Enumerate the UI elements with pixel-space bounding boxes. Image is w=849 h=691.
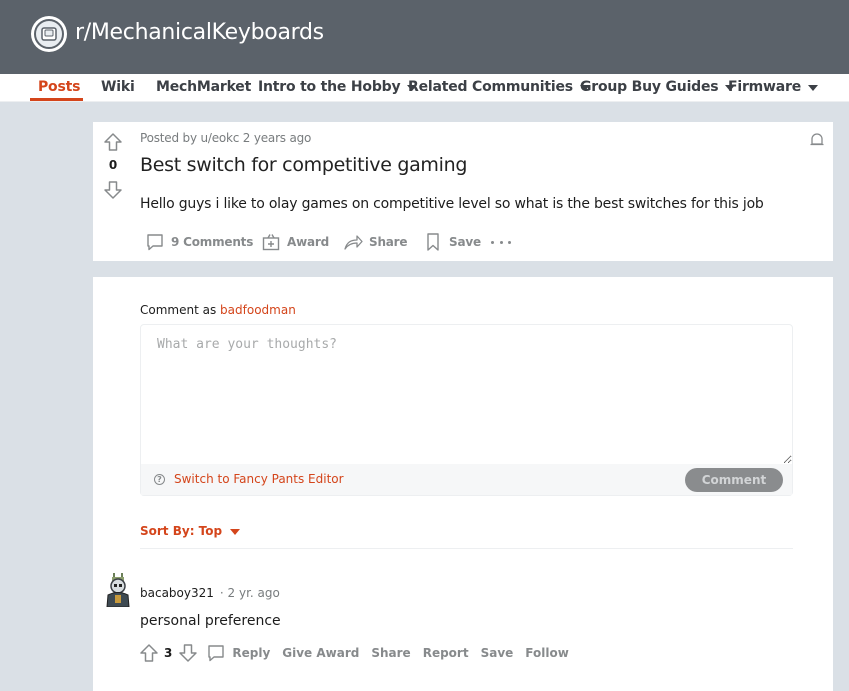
share-button[interactable]: Share bbox=[343, 232, 408, 252]
nav-tab-firmware[interactable]: Firmware bbox=[728, 79, 819, 95]
nav-tab-posts[interactable]: Posts bbox=[38, 79, 80, 95]
comment-author-avatar[interactable] bbox=[104, 573, 132, 612]
follow-button[interactable]: Follow bbox=[525, 646, 569, 660]
comment-icon bbox=[208, 645, 225, 662]
comment-as-label: Comment as badfoodman bbox=[140, 303, 296, 317]
avatar bbox=[106, 573, 130, 608]
sort-divider bbox=[140, 548, 793, 549]
subreddit-title[interactable]: r/MechanicalKeyboards bbox=[75, 20, 324, 45]
comment-editor: ? Switch to Fancy Pants Editor Comment bbox=[140, 324, 793, 496]
downvote-icon[interactable] bbox=[103, 180, 123, 200]
help-icon: ? bbox=[154, 473, 165, 485]
fancy-editor-link[interactable]: ? Switch to Fancy Pants Editor bbox=[154, 472, 344, 486]
post-meta[interactable]: Posted by u/eokc 2 years ago bbox=[140, 131, 311, 145]
downvote-icon[interactable] bbox=[178, 643, 198, 663]
nav-tab-group-buy-guides[interactable]: Group Buy Guides bbox=[580, 79, 736, 95]
nav-tab-intro-to-the-hobby[interactable]: Intro to the Hobby bbox=[258, 79, 418, 95]
current-username[interactable]: badfoodman bbox=[220, 303, 296, 317]
reply-button[interactable]: Reply bbox=[206, 643, 270, 663]
gift-icon bbox=[262, 234, 280, 251]
comments-button[interactable]: 9 Comments bbox=[145, 232, 253, 252]
comment-share-button[interactable]: Share bbox=[371, 646, 410, 660]
comment-input[interactable] bbox=[141, 325, 792, 464]
notification-bell-icon[interactable] bbox=[808, 131, 826, 149]
give-award-button[interactable]: Give Award bbox=[282, 646, 359, 660]
post-score: 0 bbox=[108, 158, 118, 172]
nav-tab-wiki[interactable]: Wiki bbox=[101, 79, 135, 95]
share-icon bbox=[344, 235, 363, 250]
chevron-down-icon bbox=[230, 529, 241, 535]
subreddit-banner: r/MechanicalKeyboards bbox=[0, 0, 849, 74]
comment-score: 3 bbox=[164, 646, 173, 660]
comment-section: Comment as badfoodman ? Switch to Fancy … bbox=[93, 277, 833, 691]
subreddit-avatar[interactable] bbox=[31, 16, 67, 52]
active-tab-indicator bbox=[30, 98, 83, 101]
post-title[interactable]: Best switch for competitive gaming bbox=[140, 154, 467, 176]
more-options-icon[interactable] bbox=[491, 233, 511, 251]
report-button[interactable]: Report bbox=[423, 646, 469, 660]
post-body: Hello guys i like to olay games on compe… bbox=[140, 196, 764, 212]
comment-submit-button[interactable]: Comment bbox=[685, 468, 783, 492]
save-button[interactable]: Save bbox=[423, 232, 481, 252]
nav-tab-related-communities[interactable]: Related Communities bbox=[408, 79, 590, 95]
keycap-icon bbox=[41, 27, 57, 41]
comment-body: personal preference bbox=[140, 613, 281, 629]
nav-tab-mechmarket[interactable]: MechMarket bbox=[156, 79, 251, 95]
editor-toolbar: ? Switch to Fancy Pants Editor Comment bbox=[141, 464, 792, 495]
vote-column: 0 bbox=[93, 122, 133, 261]
comment-author[interactable]: bacaboy321 bbox=[140, 586, 214, 600]
comment-header: bacaboy321 · 2 yr. ago bbox=[140, 586, 280, 600]
comment-save-button[interactable]: Save bbox=[481, 646, 514, 660]
comment-actions: 3 Reply Give Award Share Report Save Fol… bbox=[139, 643, 569, 663]
chevron-down-icon bbox=[808, 85, 819, 91]
comment-timestamp[interactable]: · 2 yr. ago bbox=[220, 586, 280, 600]
upvote-icon[interactable] bbox=[139, 643, 159, 663]
sort-dropdown[interactable]: Sort By: Top bbox=[140, 524, 241, 538]
comment-icon bbox=[147, 234, 163, 251]
bookmark-icon bbox=[427, 233, 439, 251]
award-button[interactable]: Award bbox=[261, 232, 329, 252]
subreddit-nav: Posts Wiki MechMarket Intro to the Hobby… bbox=[0, 74, 849, 102]
post-card: 0 Posted by u/eokc 2 years ago Best swit… bbox=[93, 122, 833, 261]
upvote-icon[interactable] bbox=[103, 132, 123, 152]
